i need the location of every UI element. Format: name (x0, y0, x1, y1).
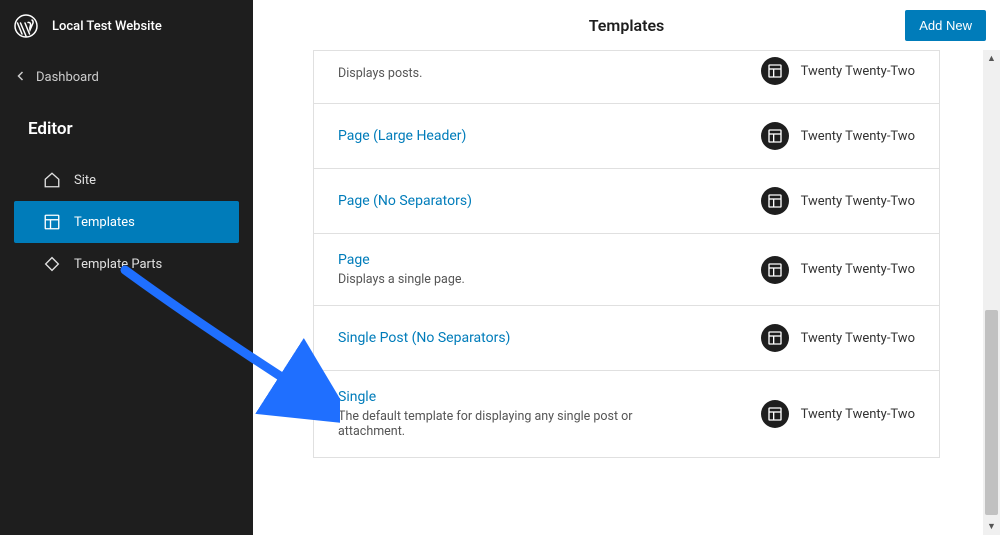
theme-icon (761, 57, 789, 85)
scrollbar-thumb[interactable] (985, 310, 998, 515)
template-title-link[interactable]: Page (Large Header) (338, 128, 466, 144)
wordpress-logo-icon (14, 14, 38, 38)
site-header: Local Test Website (0, 0, 253, 52)
sidebar-item-template-parts[interactable]: Template Parts (14, 243, 239, 285)
theme-name: Twenty Twenty-Two (801, 129, 915, 144)
sidebar-item-label: Site (74, 173, 96, 188)
theme-name: Twenty Twenty-Two (801, 64, 915, 79)
theme-icon (761, 187, 789, 215)
template-row[interactable]: Displays posts. Twenty Twenty-Two (313, 50, 940, 104)
scroll-arrow-up-icon[interactable]: ▲ (983, 50, 1000, 67)
template-row[interactable]: Page (Large Header) Twenty Twenty-Two (313, 104, 940, 169)
theme-name: Twenty Twenty-Two (801, 194, 915, 209)
layout-icon (42, 212, 62, 232)
template-description: Displays a single page. (338, 272, 465, 287)
theme-icon (761, 256, 789, 284)
template-row[interactable]: Single The default template for displayi… (313, 371, 940, 458)
theme-name: Twenty Twenty-Two (801, 331, 915, 346)
top-bar: Templates Add New (253, 0, 1000, 50)
sidebar: Local Test Website Dashboard Editor Site… (0, 0, 253, 535)
template-title-link[interactable]: Page (No Separators) (338, 193, 472, 209)
sidebar-item-label: Templates (74, 215, 135, 230)
theme-icon (761, 122, 789, 150)
template-description: Displays posts. (338, 66, 422, 81)
template-title-link[interactable]: Single (338, 389, 638, 405)
add-new-button[interactable]: Add New (905, 10, 986, 41)
dashboard-label: Dashboard (36, 70, 99, 85)
scrollbar[interactable]: ▲ ▼ (983, 50, 1000, 535)
scroll-arrow-down-icon[interactable]: ▼ (983, 518, 1000, 535)
theme-name: Twenty Twenty-Two (801, 407, 915, 422)
diamond-icon (42, 254, 62, 274)
theme-name: Twenty Twenty-Two (801, 262, 915, 277)
template-row[interactable]: Page (No Separators) Twenty Twenty-Two (313, 169, 940, 234)
template-title-link[interactable]: Single Post (No Separators) (338, 330, 510, 346)
sidebar-item-site[interactable]: Site (14, 159, 239, 201)
template-row[interactable]: Page Displays a single page. Twenty Twen… (313, 234, 940, 306)
theme-icon (761, 400, 789, 428)
template-description: The default template for displaying any … (338, 409, 638, 439)
dashboard-back-link[interactable]: Dashboard (0, 52, 253, 103)
site-name: Local Test Website (52, 19, 162, 34)
theme-icon (761, 324, 789, 352)
editor-heading: Editor (0, 103, 253, 159)
home-icon (42, 170, 62, 190)
templates-list: Displays posts. Twenty Twenty-Two Page (… (253, 50, 1000, 535)
template-title-link[interactable]: Page (338, 252, 465, 268)
sidebar-item-label: Template Parts (74, 257, 162, 272)
sidebar-item-templates[interactable]: Templates (14, 201, 239, 243)
page-title: Templates (589, 16, 665, 35)
main-content: Templates Add New Displays posts. Twenty… (253, 0, 1000, 535)
chevron-left-icon (16, 70, 26, 85)
template-row[interactable]: Single Post (No Separators) Twenty Twent… (313, 306, 940, 371)
